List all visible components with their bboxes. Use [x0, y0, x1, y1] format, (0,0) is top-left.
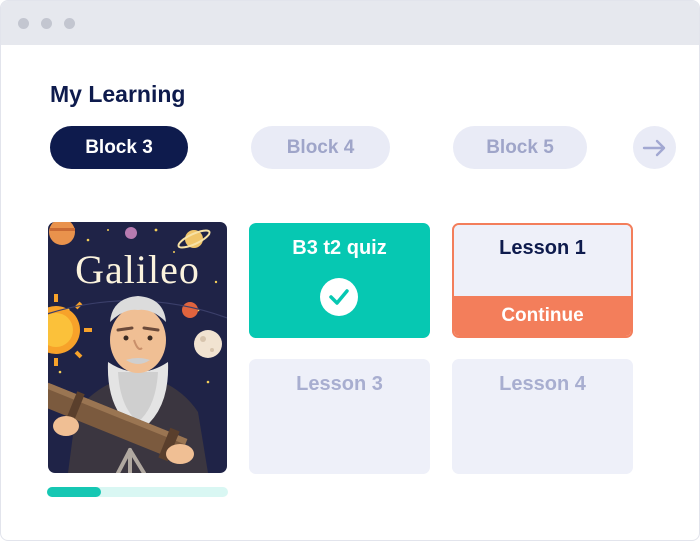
browser-window: My Learning Block 3 Block 4 Block 5 Gali… [0, 0, 700, 541]
page-title: My Learning [50, 81, 186, 107]
window-control-dot[interactable] [64, 18, 75, 29]
book-progress-bar [47, 487, 228, 497]
lesson-1-card[interactable]: Lesson 1 Continue [452, 223, 633, 338]
next-blocks-button[interactable] [633, 126, 676, 169]
continue-button[interactable]: Continue [454, 296, 631, 336]
check-circle-icon [320, 278, 358, 316]
window-control-dot[interactable] [41, 18, 52, 29]
lesson-4-card[interactable]: Lesson 4 [452, 359, 633, 474]
block-4-tab[interactable]: Block 4 [251, 126, 390, 169]
lesson-4-title: Lesson 4 [499, 373, 586, 395]
galileo-book-cover[interactable]: Galileo [48, 222, 227, 473]
book-progress-fill [47, 487, 102, 497]
window-control-dot[interactable] [18, 18, 29, 29]
block-5-tab[interactable]: Block 5 [453, 126, 587, 169]
lesson-3-title: Lesson 3 [296, 373, 383, 395]
window-titlebar [1, 1, 699, 45]
lesson-1-title: Lesson 1 [499, 237, 586, 259]
lesson-3-card[interactable]: Lesson 3 [249, 359, 430, 474]
book-title: Galileo [75, 247, 200, 292]
block-3-tab[interactable]: Block 3 [50, 126, 188, 169]
quiz-card[interactable]: B3 t2 quiz [249, 223, 430, 338]
quiz-title: B3 t2 quiz [292, 237, 387, 259]
arrow-right-icon [642, 139, 665, 156]
